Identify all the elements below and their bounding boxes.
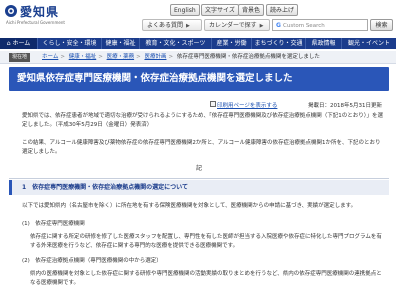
nav-item-health[interactable]: 健康・福祉 — [102, 38, 140, 49]
section-heading: 1 依存症専門医療機関・依存症治療拠点機関の選定について — [9, 180, 389, 195]
read-aloud-button[interactable]: 読み上げ — [266, 4, 299, 16]
section-title: 1 依存症専門医療機関・依存症治療拠点機関の選定について — [22, 184, 188, 191]
calendar-button-label: カレンダーで探す — [209, 22, 257, 29]
page-title: 愛知県依存症専門医療機関・依存症治療拠点機関を選定しました — [17, 73, 293, 84]
nav-item-government[interactable]: 県政情報 — [306, 38, 342, 49]
print-icon — [210, 101, 216, 107]
subsection-paragraph-2: 県内の医療機関を対象とした依存症に関する研修や専門医療機関の活動実績の取りまとめ… — [30, 271, 382, 286]
breadcrumb-separator: > — [168, 54, 174, 60]
font-size-button[interactable]: 文字サイズ — [201, 4, 239, 16]
calendar-button[interactable]: カレンダーで探す ▶ — [204, 19, 270, 31]
current-location-tag: 現在地 — [9, 53, 31, 62]
triangle-right-icon: ▶ — [186, 23, 190, 29]
google-icon: G — [276, 22, 281, 29]
faq-button[interactable]: よくある質問 ▶ — [142, 19, 202, 31]
main-navigation: ⌂ ホーム くらし・安全・環境 健康・福祉 教育・文化・スポーツ 産業・労働 ま… — [0, 38, 396, 49]
nav-item-life[interactable]: くらし・安全・環境 — [38, 38, 102, 49]
breadcrumb-items: ホーム > 健康・福祉 > 医療・薬務 > 医療計画 > 依存症専門医療機関・依存症治療… — [42, 51, 320, 64]
nav-item-home[interactable]: ⌂ ホーム — [0, 38, 38, 49]
breadcrumb-plan[interactable]: 医療計画 — [144, 54, 166, 60]
intro-paragraph: 愛知県では、依存症患者が地域で適切な治療が受けられるようにするため、「依存症専門… — [22, 113, 384, 128]
nav-item-education[interactable]: 教育・文化・スポーツ — [140, 38, 212, 49]
subsection-paragraph: 依存症に関する所定の研修を修了した医療スタッフを配置し、専門性を有した医師が担当… — [30, 234, 382, 249]
page-title-bar: 愛知県依存症専門医療機関・依存症治療拠点機関を選定しました — [9, 67, 389, 91]
site-header: 愛知県 Aichi Prefectural Government English… — [0, 0, 396, 37]
intro-paragraph-2: この結果、アルコール健康障害及び薬物依存症の依存症専門医療機関2か所と、アルコー… — [22, 140, 381, 155]
breadcrumb-separator: > — [136, 54, 141, 60]
breadcrumb-separator: > — [60, 54, 65, 60]
site-logo[interactable]: 愛知県 Aichi Prefectural Government — [4, 3, 74, 33]
breadcrumb-home[interactable]: ホーム — [42, 54, 58, 60]
logo-subtitle: Aichi Prefectural Government — [6, 20, 65, 25]
subsection-title-2: (2) 依存症治療拠点機関（専門医療機関の中から選定） — [22, 258, 162, 264]
english-button[interactable]: English — [170, 4, 200, 16]
breadcrumb-current: 依存症専門医療機関・依存症治療拠点機関を選定しました — [176, 54, 320, 60]
prefecture-emblem-icon — [5, 5, 17, 17]
nav-item-industry[interactable]: 産業・労働 — [212, 38, 252, 49]
updated-date: 掲載日：2018年5月31日更新 — [308, 103, 382, 109]
search-button[interactable]: 検索 — [370, 19, 393, 31]
search-input[interactable]: G Custom Search — [272, 19, 368, 31]
breadcrumb-medical[interactable]: 医療・薬務 — [107, 54, 135, 60]
nav-item-town[interactable]: まちづくり・交通 — [252, 38, 306, 49]
subsection-title: (1) 依存症専門医療機関 — [22, 221, 85, 227]
nav-item-tourism[interactable]: 観光・イベント — [342, 38, 396, 49]
background-color-button[interactable]: 背景色 — [238, 4, 265, 16]
faq-button-label: よくある質問 — [147, 22, 184, 29]
triangle-right-icon: ▶ — [259, 23, 264, 29]
divider — [9, 178, 389, 179]
logo-title: 愛知県 — [20, 5, 60, 19]
nav-item-label: ホーム — [12, 40, 31, 47]
search-placeholder: Custom Search — [283, 23, 325, 29]
breadcrumb-health[interactable]: 健康・福祉 — [69, 54, 97, 60]
section-paragraph: 以下では愛知県内（名古屋市を除く）に所在地を有する保険医療機関を対象として、医療… — [22, 203, 357, 209]
print-page-link[interactable]: 印刷用ページを表示する — [217, 101, 277, 109]
breadcrumb-separator: > — [98, 54, 103, 60]
notice-mark: 記 — [196, 165, 203, 172]
breadcrumb: 現在地 ホーム > 健康・福祉 > 医療・薬務 > 医療計画 > 依存症専門医療機関・依… — [0, 51, 396, 64]
